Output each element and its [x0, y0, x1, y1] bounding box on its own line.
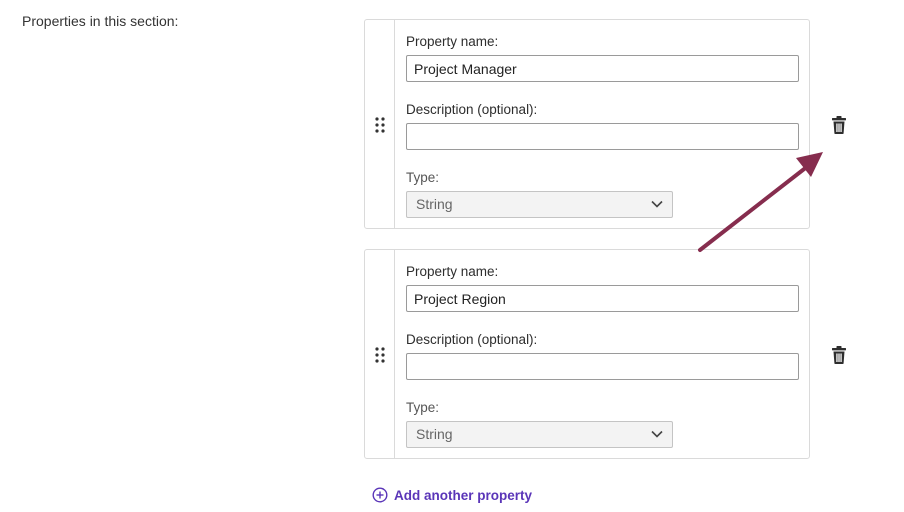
plus-circle-icon — [372, 487, 388, 503]
type-label: Type: — [406, 170, 440, 185]
description-label: Description (optional): — [406, 332, 538, 347]
drag-handle-icon[interactable] — [374, 346, 386, 364]
property-name-input[interactable] — [406, 285, 799, 312]
add-property-label: Add another property — [394, 487, 533, 503]
trash-icon[interactable] — [831, 115, 847, 135]
chevron-down-icon — [651, 430, 663, 438]
type-label: Type: — [406, 400, 440, 415]
drag-handle-icon[interactable] — [374, 116, 386, 134]
description-label: Description (optional): — [406, 102, 538, 117]
type-select-value: String — [416, 196, 453, 212]
property-name-input[interactable] — [406, 55, 799, 82]
add-property-button[interactable]: Add another property — [372, 486, 532, 504]
property-name-label: Property name: — [406, 34, 499, 49]
section-label: Properties in this section: — [22, 13, 179, 29]
chevron-down-icon — [651, 200, 663, 208]
type-select-value: String — [416, 426, 453, 442]
property-card: Property name: Description (optional): T… — [364, 249, 810, 459]
description-input[interactable] — [406, 123, 799, 150]
description-input[interactable] — [406, 353, 799, 380]
type-select[interactable]: String — [406, 191, 673, 218]
trash-icon[interactable] — [831, 345, 847, 365]
property-name-label: Property name: — [406, 264, 499, 279]
type-select[interactable]: String — [406, 421, 673, 448]
drag-column — [365, 20, 395, 228]
property-card: Property name: Description (optional): T… — [364, 19, 810, 229]
drag-column — [365, 250, 395, 458]
